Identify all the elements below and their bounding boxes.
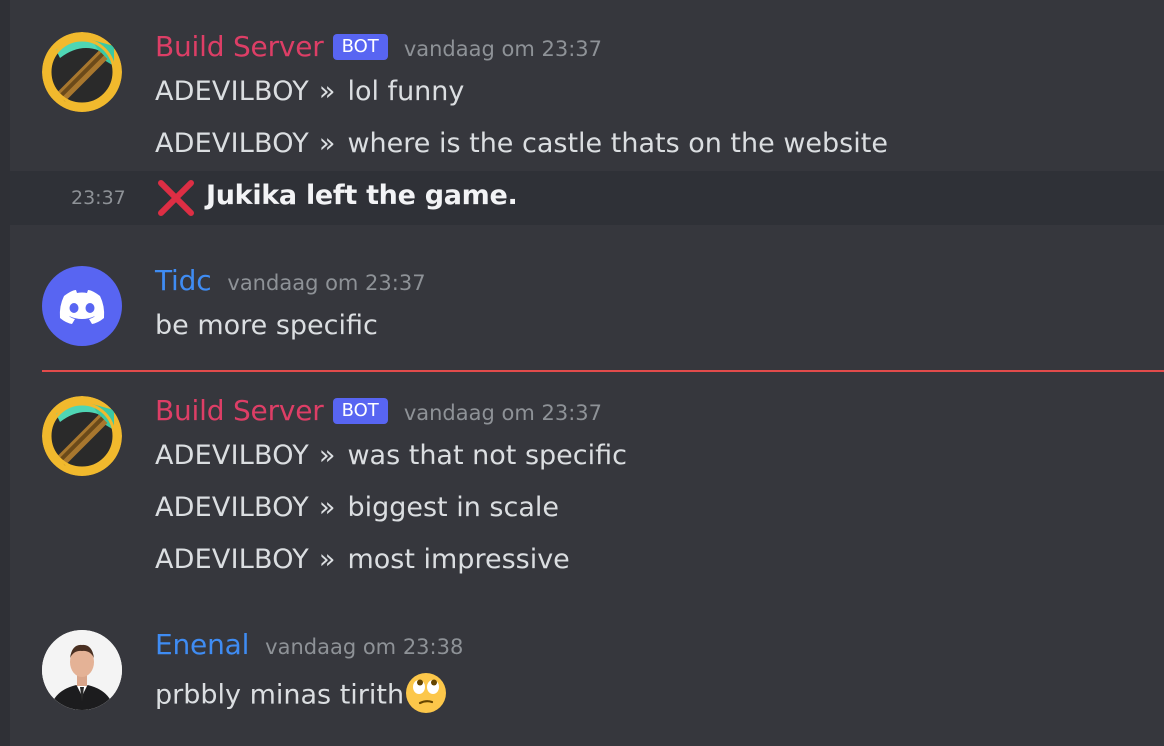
message-text: prbbly minas tirith: [155, 679, 405, 711]
relay-separator: »: [318, 76, 336, 107]
relay-sender: ADEVILBOY: [155, 492, 309, 523]
relay-sender: ADEVILBOY: [155, 128, 309, 159]
message-text: biggest in scale: [347, 492, 559, 523]
timestamp[interactable]: vandaag om 23:38: [265, 635, 463, 659]
author-name[interactable]: Build Server: [155, 30, 324, 63]
message-header: Tidc vandaag om 23:37: [155, 264, 426, 297]
message-line: ADEVILBOY » where is the castle thats on t…: [155, 128, 888, 159]
relay-separator: »: [318, 440, 336, 471]
timestamp[interactable]: vandaag om 23:37: [404, 401, 602, 425]
avatar[interactable]: [42, 266, 122, 346]
author-name[interactable]: Enenal: [155, 628, 249, 661]
avatar[interactable]: [42, 32, 122, 112]
bot-badge: BOT: [332, 398, 388, 424]
relay-sender: ADEVILBOY: [155, 76, 309, 107]
message-line: ADEVILBOY » most impressive: [155, 544, 570, 575]
face-with-rolling-eyes-icon: [404, 671, 448, 715]
relay-sender: ADEVILBOY: [155, 544, 309, 575]
message-text: most impressive: [347, 544, 570, 575]
message-line: be more specific: [155, 310, 378, 341]
message-text: be more specific: [155, 310, 378, 341]
author-name[interactable]: Build Server: [155, 394, 324, 427]
pickaxe-icon: [42, 32, 122, 112]
relay-separator: »: [318, 492, 336, 523]
avatar[interactable]: [42, 630, 122, 710]
message-line: ADEVILBOY » lol funny: [155, 76, 464, 107]
message-text: lol funny: [347, 76, 465, 107]
message-line: prbbly minas tirith: [155, 671, 448, 718]
person-photo-icon: [42, 630, 122, 710]
relay-separator: »: [318, 544, 336, 575]
message-header: Build Server BOT vandaag om 23:37: [155, 394, 602, 428]
message-line: ADEVILBOY » was that not specific: [155, 440, 627, 471]
message-text: was that not specific: [347, 440, 627, 471]
timestamp[interactable]: vandaag om 23:37: [404, 37, 602, 61]
pickaxe-icon: [42, 396, 122, 476]
system-message-time[interactable]: 23:37: [71, 187, 126, 209]
relay-sender: ADEVILBOY: [155, 440, 309, 471]
relay-separator: »: [318, 128, 336, 159]
discord-logo-icon: [59, 290, 105, 324]
red-x-icon: [155, 177, 197, 219]
message-header: Build Server BOT vandaag om 23:37: [155, 30, 602, 64]
left-edge: [0, 0, 10, 746]
system-message-text: Jukika left the game.: [206, 180, 518, 211]
message-text: where is the castle thats on the website: [347, 128, 888, 159]
timestamp[interactable]: vandaag om 23:37: [227, 271, 425, 295]
author-name[interactable]: Tidc: [155, 264, 212, 297]
bot-badge: BOT: [332, 34, 388, 60]
message-line: ADEVILBOY » biggest in scale: [155, 492, 559, 523]
message-header: Enenal vandaag om 23:38: [155, 628, 463, 661]
avatar[interactable]: [42, 396, 122, 476]
new-messages-divider: [42, 370, 1164, 372]
